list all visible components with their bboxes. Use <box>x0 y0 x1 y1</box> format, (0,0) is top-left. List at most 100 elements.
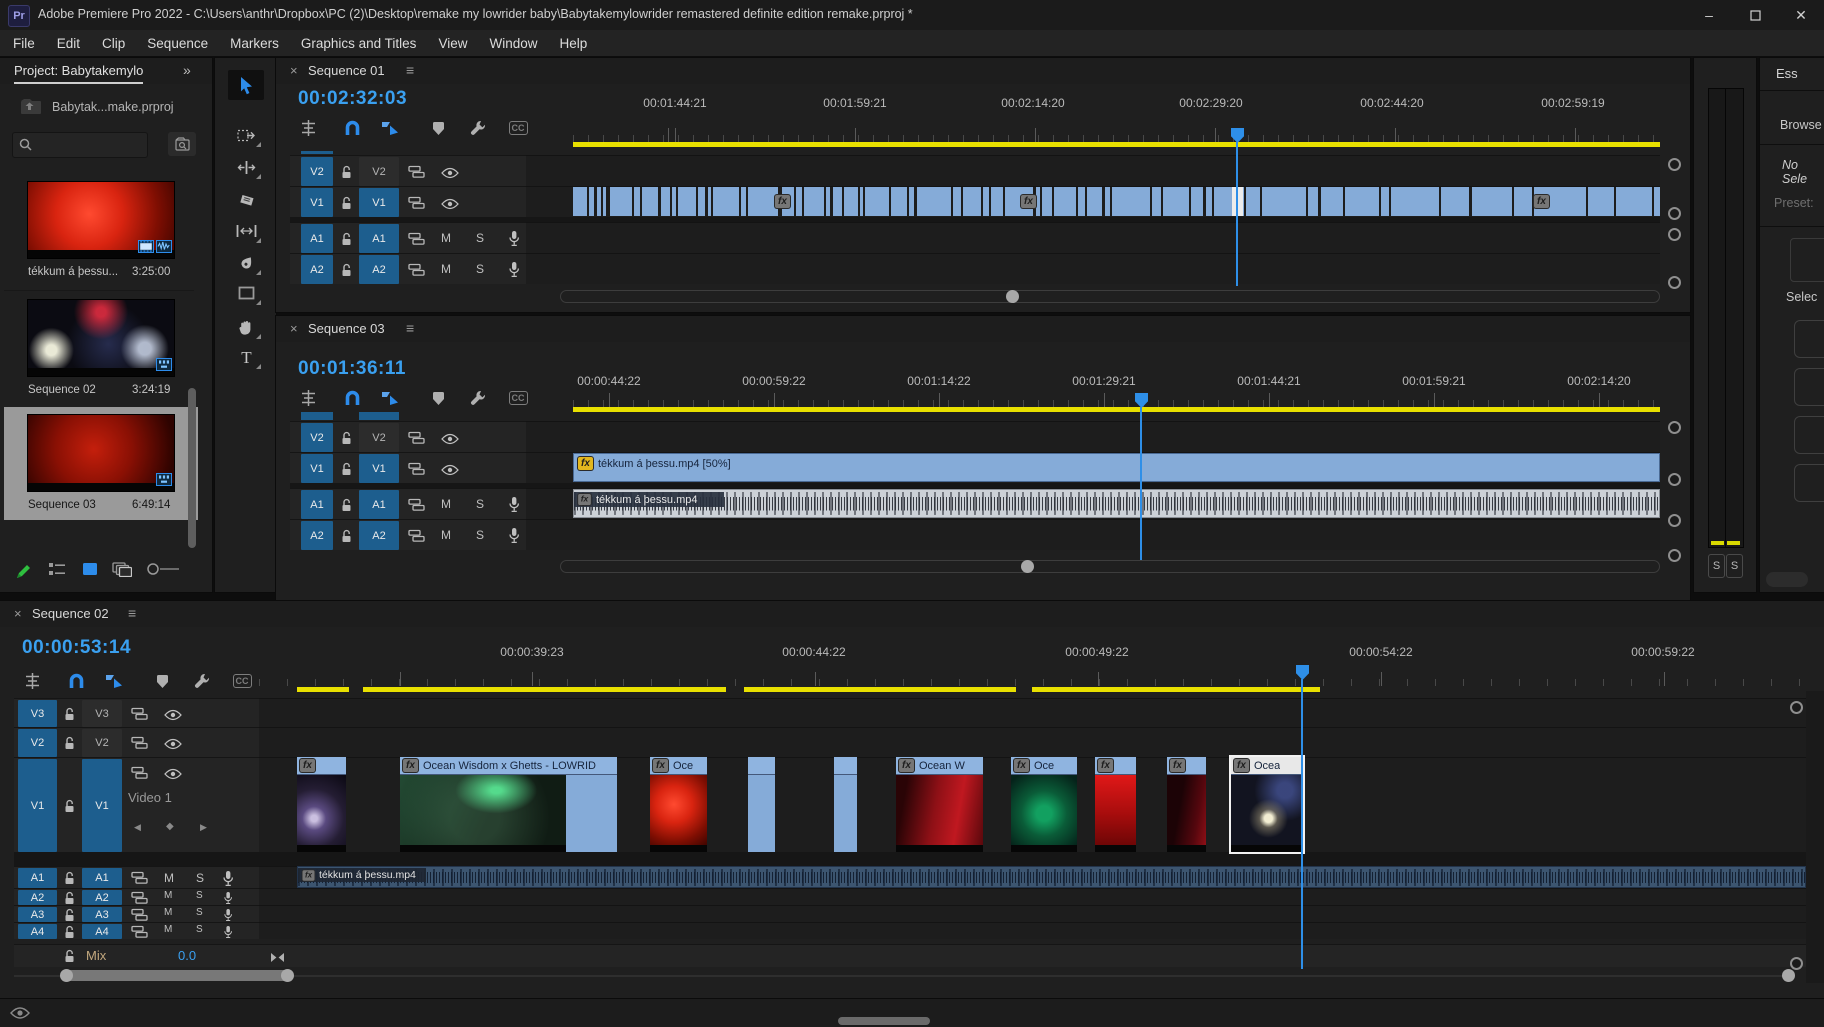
linked-selection-icon[interactable] <box>380 118 400 138</box>
mute-button[interactable]: M <box>441 528 451 542</box>
timeline-clip[interactable] <box>1472 187 1512 216</box>
toggle-track-output-icon[interactable] <box>441 166 459 184</box>
scrollbar-knob[interactable] <box>1782 969 1795 982</box>
sync-lock-icon[interactable] <box>408 431 425 450</box>
type-tool[interactable]: T <box>228 342 264 372</box>
timeline-clip[interactable] <box>713 187 739 216</box>
project-item[interactable]: tékkum á þessu...3:25:00 <box>4 174 198 287</box>
lock-icon[interactable] <box>341 431 352 450</box>
voiceover-record-icon[interactable] <box>508 230 520 252</box>
new-bin-icon[interactable] <box>112 562 132 582</box>
current-bin-name[interactable]: Babytak...make.prproj <box>52 100 174 114</box>
timeline-clip[interactable] <box>796 187 802 216</box>
pen-tool[interactable] <box>228 248 264 278</box>
tab-project[interactable]: Project: Babytakemylo <box>14 63 143 84</box>
timeline-clip[interactable] <box>1087 187 1102 216</box>
menu-view[interactable]: View <box>427 36 478 51</box>
horizontal-scrollbar[interactable] <box>62 970 292 981</box>
timeline-clip[interactable]: fxOce <box>1011 757 1077 852</box>
icon-view-icon[interactable] <box>82 562 98 581</box>
timeline-clip[interactable] <box>573 187 587 216</box>
timeline-clip[interactable] <box>597 187 601 216</box>
razor-tool[interactable] <box>228 186 264 216</box>
selection-tool[interactable] <box>228 70 264 100</box>
timeline-clip[interactable] <box>1105 187 1110 216</box>
track-height-handle[interactable] <box>1668 514 1681 527</box>
target-patch-a2[interactable]: A2 <box>359 255 399 284</box>
horizontal-scrollbar[interactable] <box>560 560 1660 573</box>
timeline-clip[interactable] <box>991 187 1003 216</box>
timeline-clip[interactable] <box>865 187 889 216</box>
source-patch-a2[interactable]: A2 <box>301 255 333 284</box>
lock-icon[interactable] <box>341 165 352 184</box>
timeline-clip[interactable] <box>844 187 858 216</box>
audio-type-button[interactable] <box>1794 368 1824 406</box>
sync-lock-icon[interactable] <box>408 529 425 548</box>
add-marker-icon[interactable] <box>428 118 448 138</box>
timeline-clip-selected[interactable]: fxOcea <box>1231 757 1303 852</box>
timeline-clip[interactable] <box>891 187 907 216</box>
tab-browse[interactable]: Browse <box>1780 118 1822 132</box>
timeline-clip[interactable] <box>1206 187 1212 216</box>
scrollbar-knob[interactable] <box>281 969 294 982</box>
timeline-clip[interactable] <box>748 187 778 216</box>
target-patch-v1[interactable]: V1 <box>359 188 399 217</box>
nested-sequence-icon[interactable] <box>298 388 318 408</box>
zoom-slider[interactable] <box>146 562 180 581</box>
timeline-clip[interactable] <box>917 187 951 216</box>
timeline-clip[interactable] <box>1191 187 1203 216</box>
track-height-handle[interactable] <box>1668 276 1681 289</box>
track-height-handle[interactable] <box>1668 158 1681 171</box>
video-clip[interactable]: fxtékkum á þessu.mp4 [50%] <box>573 453 1660 482</box>
timeline-clip[interactable] <box>1112 187 1150 216</box>
menu-sequence[interactable]: Sequence <box>136 36 219 51</box>
project-item[interactable]: Sequence 023:24:19 <box>4 292 198 405</box>
toggle-track-output-icon[interactable] <box>441 197 459 215</box>
timeline-clip[interactable]: fx <box>297 757 346 852</box>
slip-tool[interactable] <box>228 216 264 246</box>
rectangle-tool[interactable] <box>228 278 264 308</box>
timeline-clip[interactable] <box>748 757 775 852</box>
timeline-clip[interactable]: fxOcean W <box>896 757 983 852</box>
source-patch-a1[interactable]: A1 <box>301 490 333 519</box>
playhead-timecode[interactable]: 00:02:32:03 <box>298 88 407 110</box>
timeline-clip[interactable] <box>1152 187 1161 216</box>
timeline-clip[interactable] <box>1054 187 1076 216</box>
timeline-clip[interactable] <box>589 187 594 216</box>
minimize-button[interactable]: – <box>1686 0 1732 30</box>
track-height-handle[interactable] <box>1668 549 1681 562</box>
timeline-clip[interactable] <box>642 187 658 216</box>
target-patch-a1[interactable]: A1 <box>359 490 399 519</box>
timeline-clip[interactable] <box>1163 187 1189 216</box>
timeline-clip[interactable] <box>1036 187 1040 216</box>
timeline-clip[interactable] <box>804 187 824 216</box>
menu-edit[interactable]: Edit <box>46 36 91 51</box>
target-patch-v1[interactable]: V1 <box>359 454 399 483</box>
sync-lock-icon[interactable] <box>408 196 425 215</box>
track-height-handle[interactable] <box>1668 421 1681 434</box>
timeline-settings-icon[interactable] <box>468 118 488 138</box>
menu-window[interactable]: Window <box>478 36 548 51</box>
nested-sequence-icon[interactable] <box>298 118 318 138</box>
menu-markers[interactable]: Markers <box>219 36 290 51</box>
lock-icon[interactable] <box>341 462 352 481</box>
scrollbar-knob[interactable] <box>1006 290 1019 303</box>
timeline-clip[interactable] <box>1514 187 1532 216</box>
search-input[interactable] <box>12 132 148 158</box>
preset-dropdown[interactable] <box>1790 238 1824 282</box>
timeline-clip[interactable]: fx <box>1095 757 1136 852</box>
timeline-clip[interactable]: fx <box>1167 757 1206 852</box>
source-patch-v1[interactable]: V1 <box>301 454 333 483</box>
close-icon[interactable]: × <box>290 321 298 336</box>
timeline-clip[interactable] <box>1078 187 1085 216</box>
timeline-clip[interactable] <box>1308 187 1318 216</box>
timeline-clip[interactable] <box>983 187 989 216</box>
list-view-icon[interactable] <box>48 562 66 581</box>
timeline-clip[interactable] <box>1381 187 1389 216</box>
panel-menu-icon[interactable]: ≡ <box>406 320 414 336</box>
track-height-handle[interactable] <box>1668 228 1681 241</box>
timeline-clip[interactable] <box>741 187 746 216</box>
audio-type-button[interactable] <box>1794 320 1824 358</box>
toggle-track-output-icon[interactable] <box>441 463 459 481</box>
timeline-clip[interactable] <box>1654 187 1660 216</box>
